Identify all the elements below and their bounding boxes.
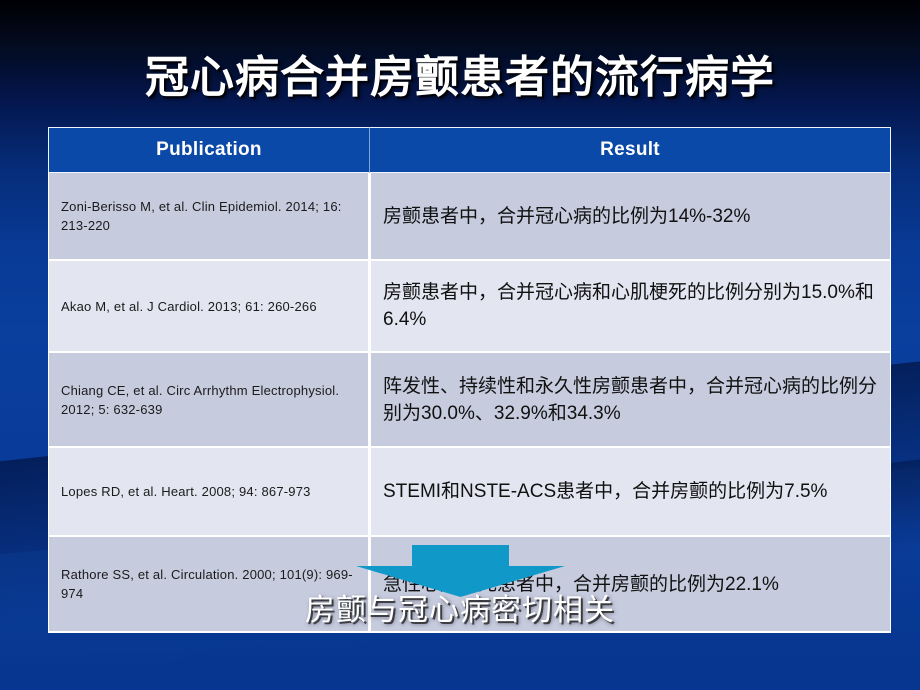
table-row: Lopes RD, et al. Heart. 2008; 94: 867-97… xyxy=(48,448,891,537)
column-header-publication: Publication xyxy=(48,127,370,173)
cell-result: STEMI和NSTE-ACS患者中，合并房颤的比例为7.5% xyxy=(370,448,891,537)
cell-result: 房颤患者中，合并冠心病的比例为14%-32% xyxy=(370,173,891,261)
slide-canvas: 冠心病合并房颤患者的流行病学 Publication Result Zoni-B… xyxy=(0,0,920,690)
table-row: Zoni-Berisso M, et al. Clin Epidemiol. 2… xyxy=(48,173,891,261)
cell-result: 房颤患者中，合并冠心病和心肌梗死的比例分别为15.0%和6.4% xyxy=(370,261,891,353)
column-header-result: Result xyxy=(370,127,891,173)
table-row: Chiang CE, et al. Circ Arrhythm Electrop… xyxy=(48,353,891,448)
cell-publication: Zoni-Berisso M, et al. Clin Epidemiol. 2… xyxy=(48,173,370,261)
table-header: Publication Result xyxy=(48,127,891,173)
cell-publication: Chiang CE, et al. Circ Arrhythm Electrop… xyxy=(48,353,370,448)
cell-publication: Lopes RD, et al. Heart. 2008; 94: 867-97… xyxy=(48,448,370,537)
cell-publication: Akao M, et al. J Cardiol. 2013; 61: 260-… xyxy=(48,261,370,353)
table-header-row: Publication Result xyxy=(48,127,891,173)
page-title: 冠心病合并房颤患者的流行病学 xyxy=(145,53,775,102)
table-row: Akao M, et al. J Cardiol. 2013; 61: 260-… xyxy=(48,261,891,353)
cell-result: 阵发性、持续性和永久性房颤患者中，合并冠心病的比例分别为30.0%、32.9%和… xyxy=(370,353,891,448)
conclusion-text: 房颤与冠心病密切相关 xyxy=(305,594,615,627)
